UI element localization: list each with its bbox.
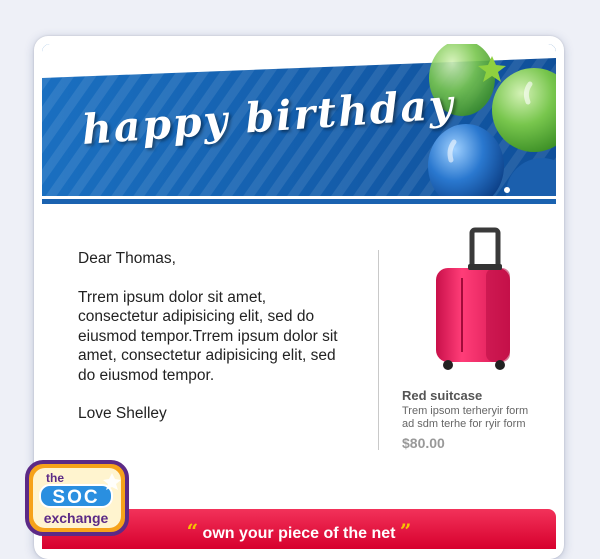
suitcase-image[interactable] <box>400 224 550 374</box>
banner-rule <box>42 199 556 204</box>
logo-soc: SOC <box>52 487 99 508</box>
greeting: Dear Thomas, <box>78 250 176 267</box>
letter-body: Dear Thomas, Trrem ipsum dolor sit amet,… <box>78 249 368 424</box>
column-divider <box>378 250 379 450</box>
letter-line: Trrem ipsum dolor sit amet, <box>78 288 267 306</box>
letter-line: eiusmod tempor.Trrem ipsum dolor sit <box>78 327 338 345</box>
letter-line: consectetur adipisicing elit, sed do <box>78 308 315 325</box>
logo-exchange: exchange <box>44 510 109 526</box>
letter-line: do eiusmod tempor. <box>78 366 215 384</box>
product-description: Trem ipsom terheryir form ad sdm terhe f… <box>402 405 550 431</box>
birthday-banner: happy birthday <box>42 44 556 196</box>
signoff: Love Shelley <box>78 405 167 422</box>
logo-the: the <box>46 471 64 485</box>
letter-paragraph: Trrem ipsum dolor sit amet, consectetur … <box>78 288 368 386</box>
letter-line: amet, consectetur adipisicing elit, sed <box>78 347 336 364</box>
soc-exchange-logo[interactable]: the SOC exchange <box>24 459 130 537</box>
product-price: $80.00 <box>402 435 445 451</box>
product-name[interactable]: Red suitcase <box>402 388 482 403</box>
product-description-line: Trem ipsom terheryir form <box>402 405 529 417</box>
close-quote-icon: ” <box>399 519 412 543</box>
product-description-line: ad sdm terhe for ryir form <box>402 418 526 430</box>
footer-tagline: own your piece of the net <box>202 525 396 542</box>
open-quote-icon: “ <box>186 519 199 543</box>
